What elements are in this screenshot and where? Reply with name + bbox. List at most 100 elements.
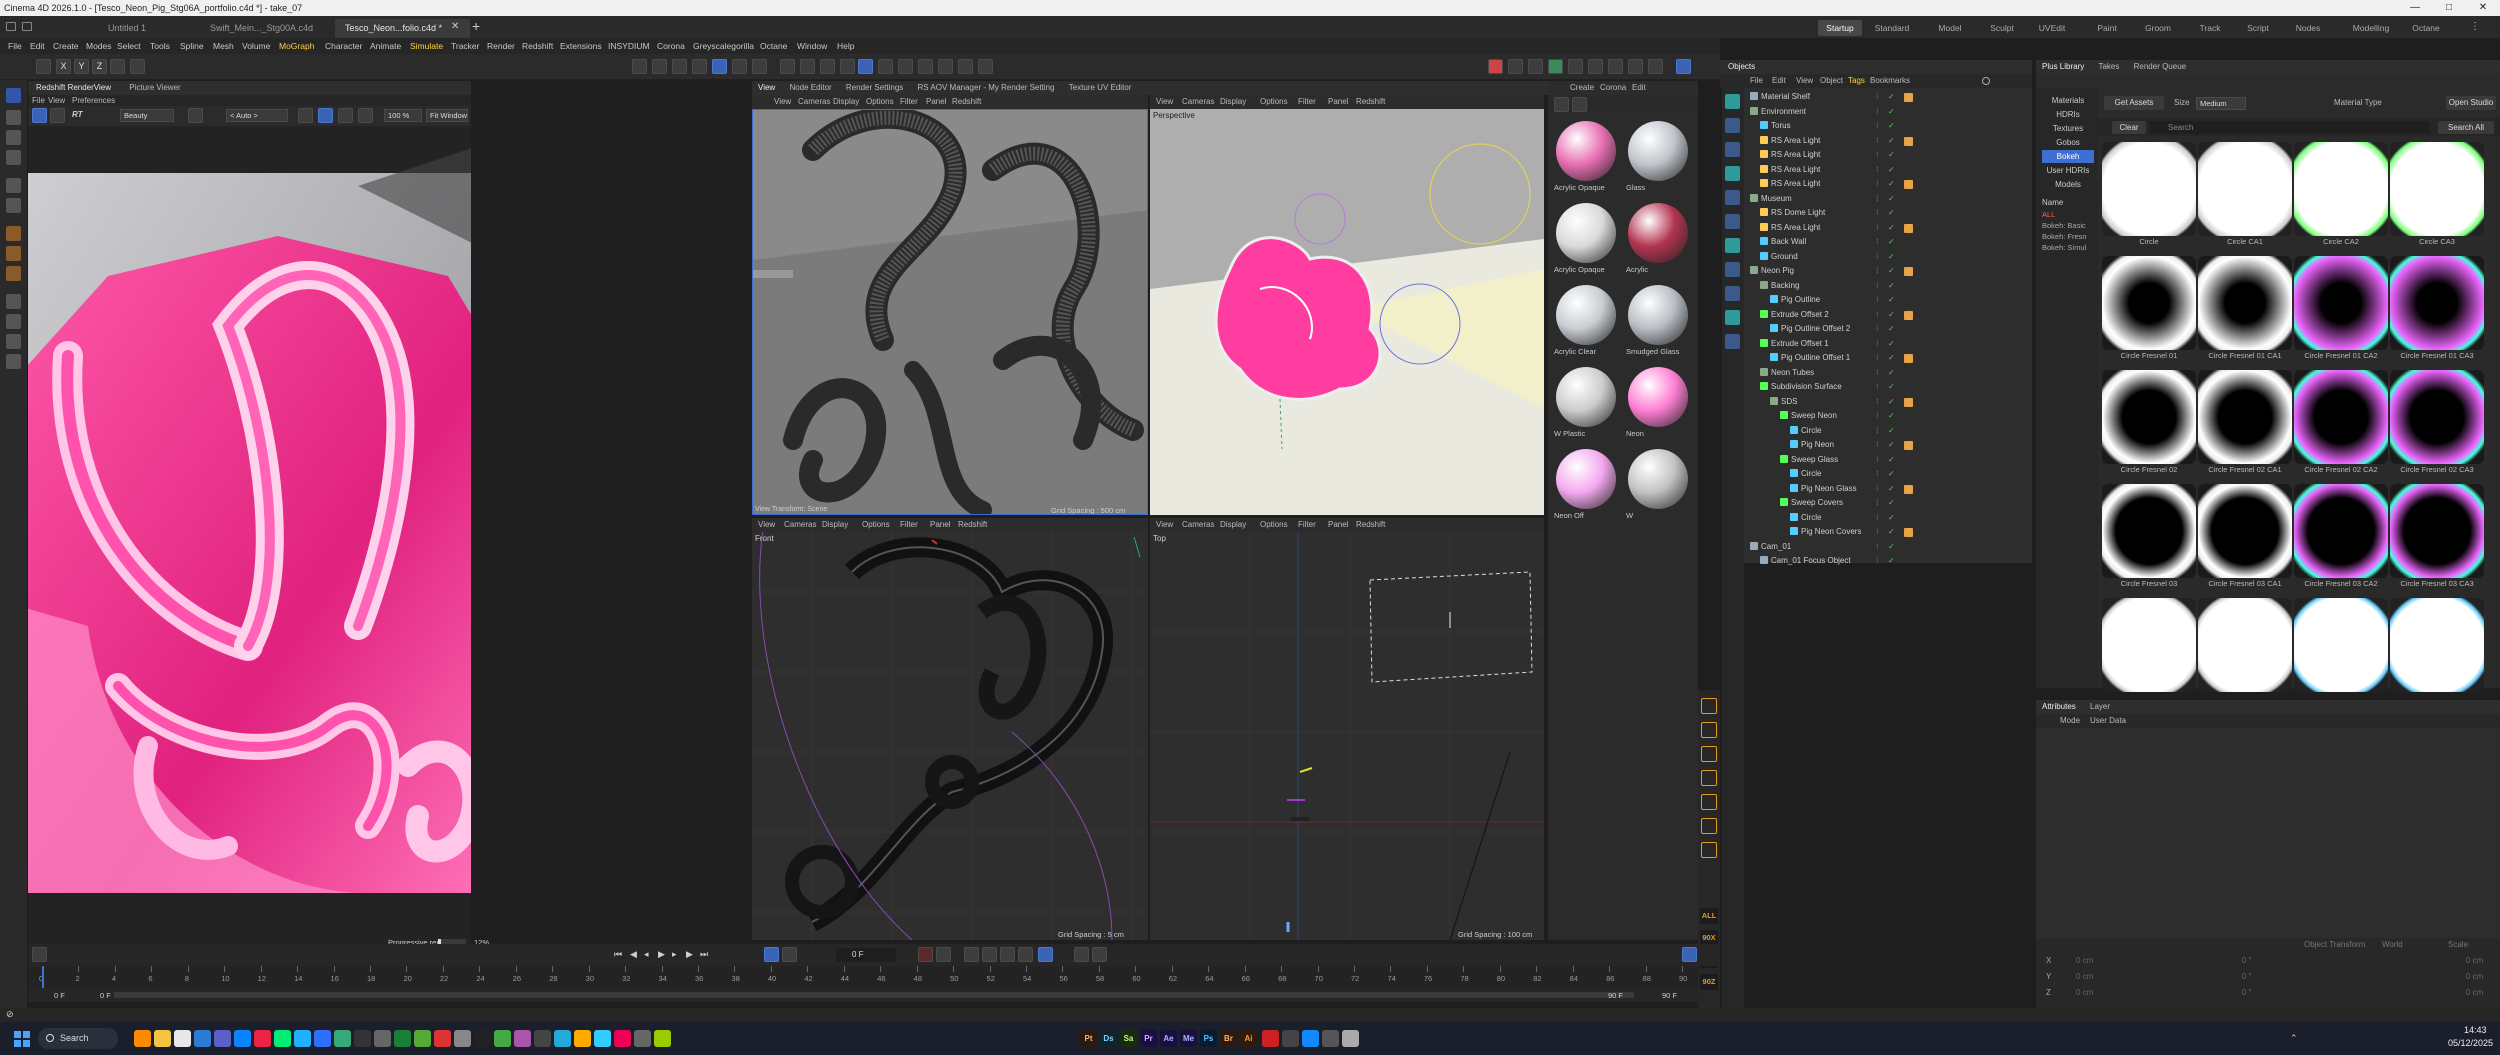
category-gobos[interactable]: Gobos bbox=[2042, 136, 2094, 149]
subdivision-icon[interactable] bbox=[780, 59, 795, 74]
rotate-tool-icon[interactable] bbox=[6, 110, 21, 125]
vp-tr-redshift[interactable]: Redshift bbox=[1356, 95, 1385, 109]
panel-icon[interactable] bbox=[1588, 59, 1603, 74]
cube-icon[interactable] bbox=[1725, 94, 1740, 109]
enabled-check-icon[interactable]: ✓ bbox=[1888, 467, 1895, 482]
close-tab-icon[interactable]: ✕ bbox=[451, 21, 459, 32]
menu-tools[interactable]: Tools bbox=[150, 38, 170, 54]
bokeh-asset-card[interactable]: Circle Fresnel 01 bbox=[2102, 256, 2196, 366]
object-row[interactable]: RS Area Light bbox=[1744, 177, 1894, 192]
vp-bl-redshift[interactable]: Redshift bbox=[958, 518, 987, 532]
new-tab-icon[interactable]: + bbox=[472, 18, 480, 34]
camera-icon[interactable] bbox=[1725, 118, 1740, 133]
keyframe-diamond-icon[interactable] bbox=[32, 947, 47, 962]
vp-tr-cameras[interactable]: Cameras bbox=[1182, 95, 1214, 109]
search-all-button[interactable]: Search All bbox=[2438, 121, 2494, 134]
minimize-button[interactable]: — bbox=[2398, 0, 2432, 16]
obj-menu-bookmarks[interactable]: Bookmarks bbox=[1870, 74, 1910, 88]
visibility-dots-icon[interactable]: ⁝ bbox=[1876, 119, 1879, 134]
layout-nodes[interactable]: Nodes bbox=[2286, 20, 2330, 36]
enabled-check-icon[interactable]: ✓ bbox=[1888, 453, 1895, 468]
menu-insydium[interactable]: INSYDIUM bbox=[608, 38, 650, 54]
x-axis-icon[interactable]: X bbox=[56, 59, 71, 74]
taskbar-app-icon[interactable] bbox=[534, 1030, 551, 1047]
name-filter-item[interactable]: Bokeh: Fresn bbox=[2042, 232, 2087, 241]
taskbar-app-icon[interactable] bbox=[334, 1030, 351, 1047]
eye-icon[interactable] bbox=[1701, 842, 1717, 858]
refresh-icon[interactable] bbox=[50, 108, 65, 123]
plugin-icon[interactable] bbox=[1548, 59, 1563, 74]
menu-spline[interactable]: Spline bbox=[180, 38, 204, 54]
enabled-check-icon[interactable]: ✓ bbox=[1888, 337, 1895, 352]
bokeh-asset-card[interactable]: Circle CA3 bbox=[2390, 142, 2484, 252]
scale-key-icon[interactable] bbox=[1000, 947, 1015, 962]
move-tool-icon[interactable] bbox=[6, 88, 21, 103]
material-swatch[interactable]: Neon bbox=[1624, 365, 1690, 445]
mat-menu-edit[interactable]: Edit bbox=[1632, 81, 1646, 95]
param-key-icon[interactable] bbox=[1018, 947, 1033, 962]
tag-icon[interactable] bbox=[1725, 286, 1740, 301]
doc-tab-tesco[interactable]: Tesco_Neon...folio.c4d * bbox=[335, 19, 470, 38]
layout-standard[interactable]: Standard bbox=[1870, 20, 1914, 36]
coord-scale-field[interactable]: 0 cm bbox=[2466, 972, 2483, 981]
taskbar-adobe-app-icon[interactable]: Ai bbox=[1240, 1030, 1257, 1047]
taskbar-adobe-app-icon[interactable]: Pr bbox=[1140, 1030, 1157, 1047]
object-row[interactable]: Neon Tubes bbox=[1744, 366, 1894, 381]
tab-node-editor[interactable]: Node Editor bbox=[783, 83, 837, 92]
taskbar-app-icon[interactable] bbox=[374, 1030, 391, 1047]
material-swatch[interactable]: Smudged Glass bbox=[1624, 283, 1690, 363]
vp-br-view[interactable]: View bbox=[1156, 518, 1173, 532]
tag-icon[interactable] bbox=[1904, 267, 1913, 276]
enabled-check-icon[interactable]: ✓ bbox=[1888, 540, 1895, 555]
bokeh-asset-card[interactable]: Circle CA2 bbox=[2294, 142, 2388, 252]
tag-icon[interactable] bbox=[1904, 180, 1913, 189]
field-icon[interactable] bbox=[1725, 262, 1740, 277]
menu-edit[interactable]: Edit bbox=[30, 38, 45, 54]
arrow-icon[interactable] bbox=[1701, 794, 1717, 810]
range-start-field[interactable]: 0 F bbox=[54, 991, 65, 1000]
brush-tool-icon[interactable] bbox=[6, 226, 21, 241]
menu-simulate[interactable]: Simulate bbox=[410, 38, 443, 54]
tag-icon[interactable] bbox=[1904, 397, 1913, 407]
tab-render-settings[interactable]: Render Settings bbox=[840, 83, 909, 92]
enabled-check-icon[interactable]: ✓ bbox=[1888, 482, 1895, 497]
taskbar-app-icon[interactable] bbox=[434, 1030, 451, 1047]
enabled-check-icon[interactable]: ✓ bbox=[1888, 206, 1895, 221]
vp-br-panel[interactable]: Panel bbox=[1328, 518, 1348, 532]
mat-menu-create[interactable]: Create bbox=[1570, 81, 1594, 95]
vp-tr-options[interactable]: Options bbox=[1260, 95, 1288, 109]
tab-plus-library[interactable]: Plus Library bbox=[2036, 62, 2090, 71]
object-row[interactable]: Circle bbox=[1744, 467, 1894, 482]
timeline-settings-icon[interactable] bbox=[1682, 947, 1697, 962]
attr-mode[interactable]: Mode bbox=[2060, 714, 2080, 728]
range-start2-field[interactable]: 0 F bbox=[100, 991, 111, 1000]
cube-icon[interactable] bbox=[732, 59, 747, 74]
enabled-check-icon[interactable]: ✓ bbox=[1888, 250, 1895, 265]
layout-startup[interactable]: Startup bbox=[1818, 20, 1862, 36]
visibility-dots-icon[interactable]: ⁝ bbox=[1876, 453, 1879, 468]
visibility-dots-icon[interactable]: ⁝ bbox=[1876, 250, 1879, 265]
world-dropdown[interactable]: World bbox=[2382, 940, 2403, 949]
layout-model[interactable]: Model bbox=[1928, 20, 1972, 36]
material-swatch[interactable]: Neon Off bbox=[1552, 447, 1618, 527]
vp-tl-display[interactable]: Display bbox=[833, 95, 859, 109]
enabled-check-icon[interactable]: ✓ bbox=[1888, 554, 1895, 569]
light-icon[interactable] bbox=[1725, 214, 1740, 229]
close-button[interactable]: ✕ bbox=[2466, 0, 2500, 16]
visibility-dots-icon[interactable]: ⁝ bbox=[1876, 540, 1879, 555]
enabled-check-icon[interactable]: ✓ bbox=[1888, 351, 1895, 366]
menu-create[interactable]: Create bbox=[53, 38, 79, 54]
name-filter-item[interactable]: Bokeh: Simul bbox=[2042, 243, 2086, 252]
taskbar-app-icon[interactable] bbox=[134, 1030, 151, 1047]
object-row[interactable]: Back Wall bbox=[1744, 235, 1894, 250]
grid-icon[interactable] bbox=[1701, 746, 1717, 762]
clear-button[interactable]: Clear bbox=[2112, 121, 2146, 134]
coord-rotation-field[interactable]: 0 ° bbox=[2242, 972, 2252, 981]
enabled-check-icon[interactable]: ✓ bbox=[1888, 90, 1895, 105]
record-key-icon[interactable] bbox=[918, 947, 933, 962]
play-icon[interactable]: ▶ bbox=[658, 949, 665, 960]
visibility-dots-icon[interactable]: ⁝ bbox=[1876, 511, 1879, 526]
rv-menu-preferences[interactable]: Preferences bbox=[72, 95, 115, 106]
taskbar-adobe-app-icon[interactable]: Ds bbox=[1100, 1030, 1117, 1047]
search-icon[interactable] bbox=[1982, 77, 1990, 85]
